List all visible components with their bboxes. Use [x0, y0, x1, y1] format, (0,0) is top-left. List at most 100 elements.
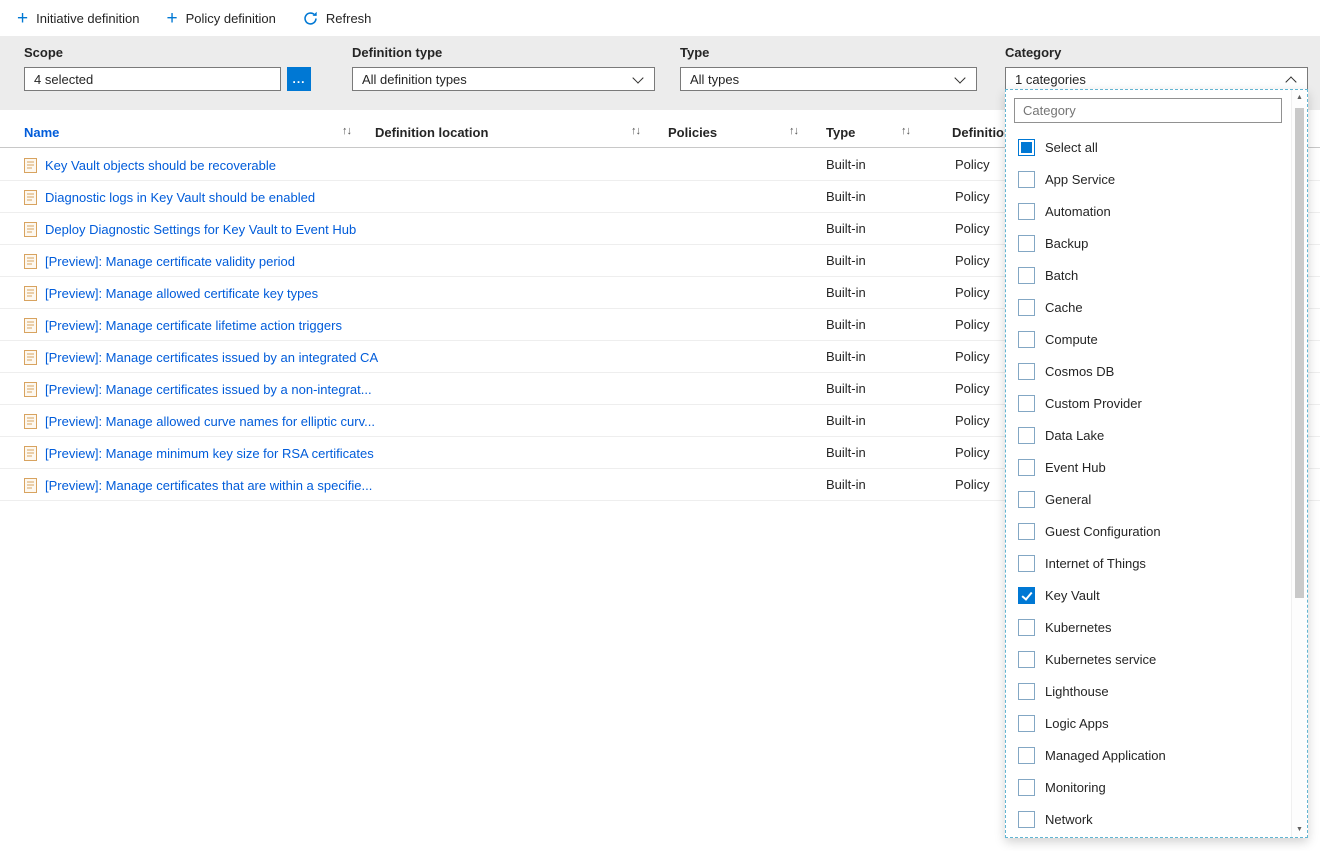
sort-icon[interactable]: ↑↓: [901, 125, 910, 137]
category-option[interactable]: Kubernetes: [1006, 611, 1290, 643]
option-checkbox[interactable]: [1018, 427, 1035, 444]
scrollbar[interactable]: ▲ ▼: [1291, 90, 1307, 837]
row-name-cell: [Preview]: Manage certificate lifetime a…: [24, 309, 342, 341]
category-option[interactable]: Logic Apps: [1006, 707, 1290, 739]
row-definition-type: Policy: [955, 381, 990, 396]
row-type: Built-in: [826, 477, 866, 492]
row-name-link[interactable]: [Preview]: Manage minimum key size for R…: [45, 446, 374, 461]
row-name-cell: [Preview]: Manage allowed certificate ke…: [24, 277, 318, 309]
row-definition-type: Policy: [955, 285, 990, 300]
category-option[interactable]: Event Hub: [1006, 451, 1290, 483]
option-checkbox[interactable]: [1018, 523, 1035, 540]
sort-icon[interactable]: ↑↓: [789, 125, 798, 137]
row-name-link[interactable]: Deploy Diagnostic Settings for Key Vault…: [45, 222, 356, 237]
row-name-link[interactable]: [Preview]: Manage allowed certificate ke…: [45, 286, 318, 301]
type-select[interactable]: All types: [680, 67, 977, 91]
option-checkbox[interactable]: [1018, 715, 1035, 732]
option-checkbox[interactable]: [1018, 235, 1035, 252]
category-option[interactable]: Managed Application: [1006, 739, 1290, 771]
option-checkbox[interactable]: [1018, 747, 1035, 764]
refresh-button[interactable]: Refresh: [303, 0, 372, 36]
category-option[interactable]: Cosmos DB: [1006, 355, 1290, 387]
row-name-link[interactable]: [Preview]: Manage allowed curve names fo…: [45, 414, 375, 429]
scroll-up-icon[interactable]: ▲: [1292, 94, 1307, 101]
category-option[interactable]: Cache: [1006, 291, 1290, 323]
sort-icon[interactable]: ↑↓: [631, 125, 640, 137]
option-checkbox[interactable]: [1018, 459, 1035, 476]
category-option[interactable]: Compute: [1006, 323, 1290, 355]
type-filter: Type All types: [680, 45, 977, 91]
row-name-cell: Key Vault objects should be recoverable: [24, 149, 276, 181]
category-option[interactable]: Automation: [1006, 195, 1290, 227]
category-option[interactable]: Custom Provider: [1006, 387, 1290, 419]
option-checkbox[interactable]: [1018, 811, 1035, 828]
option-checkbox[interactable]: [1018, 267, 1035, 284]
row-name-cell: [Preview]: Manage certificates that are …: [24, 469, 372, 501]
type-value: All types: [690, 72, 739, 87]
scroll-down-icon[interactable]: ▼: [1292, 826, 1307, 833]
category-option[interactable]: Network: [1006, 803, 1290, 835]
row-name-link[interactable]: [Preview]: Manage certificates that are …: [45, 478, 372, 493]
category-option[interactable]: Lighthouse: [1006, 675, 1290, 707]
category-option[interactable]: Internet of Things: [1006, 547, 1290, 579]
option-checkbox[interactable]: [1018, 203, 1035, 220]
scope-input[interactable]: [24, 67, 281, 91]
row-name-link[interactable]: Key Vault objects should be recoverable: [45, 158, 276, 173]
option-checkbox[interactable]: [1018, 555, 1035, 572]
option-checkbox[interactable]: [1018, 651, 1035, 668]
option-label: Kubernetes: [1045, 620, 1112, 635]
option-checkbox[interactable]: [1018, 171, 1035, 188]
row-name-link[interactable]: Diagnostic logs in Key Vault should be e…: [45, 190, 315, 205]
option-checkbox[interactable]: [1018, 587, 1035, 604]
category-select[interactable]: 1 categories: [1005, 67, 1308, 91]
option-checkbox[interactable]: [1018, 491, 1035, 508]
option-checkbox[interactable]: [1018, 299, 1035, 316]
row-name-link[interactable]: [Preview]: Manage certificate validity p…: [45, 254, 295, 269]
category-value: 1 categories: [1015, 72, 1086, 87]
policy-document-icon: [24, 318, 37, 333]
row-type: Built-in: [826, 221, 866, 236]
category-option[interactable]: Monitoring: [1006, 771, 1290, 803]
category-option[interactable]: Data Lake: [1006, 419, 1290, 451]
initiative-definition-button[interactable]: + Initiative definition: [17, 0, 139, 36]
scope-label: Scope: [24, 45, 311, 60]
command-bar: + Initiative definition + Policy definit…: [0, 0, 1320, 36]
option-checkbox[interactable]: [1018, 779, 1035, 796]
category-option[interactable]: Kubernetes service: [1006, 643, 1290, 675]
option-label: Custom Provider: [1045, 396, 1142, 411]
refresh-icon: [303, 11, 318, 26]
row-name-link[interactable]: [Preview]: Manage certificates issued by…: [45, 382, 372, 397]
option-checkbox[interactable]: [1018, 331, 1035, 348]
option-checkbox[interactable]: [1018, 139, 1035, 156]
category-option[interactable]: App Service: [1006, 163, 1290, 195]
category-option[interactable]: Select all: [1006, 131, 1290, 163]
column-header-type[interactable]: Type: [826, 125, 855, 140]
column-header-policies[interactable]: Policies: [668, 125, 717, 140]
initiative-definition-label: Initiative definition: [36, 11, 139, 26]
sort-icon[interactable]: ↑↓: [342, 125, 351, 137]
category-option-list: Select all App Service Automation Backup…: [1006, 131, 1290, 835]
category-search-input[interactable]: [1014, 98, 1282, 123]
column-header-name[interactable]: Name: [24, 125, 59, 140]
category-option[interactable]: General: [1006, 483, 1290, 515]
category-option[interactable]: Key Vault: [1006, 579, 1290, 611]
scope-browse-button[interactable]: ...: [287, 67, 311, 91]
option-checkbox[interactable]: [1018, 683, 1035, 700]
row-name-link[interactable]: [Preview]: Manage certificates issued by…: [45, 350, 378, 365]
row-name-cell: [Preview]: Manage certificate validity p…: [24, 245, 295, 277]
definition-type-select[interactable]: All definition types: [352, 67, 655, 91]
category-option[interactable]: Batch: [1006, 259, 1290, 291]
option-label: Cosmos DB: [1045, 364, 1114, 379]
category-option[interactable]: Backup: [1006, 227, 1290, 259]
column-header-definition-location[interactable]: Definition location: [375, 125, 488, 140]
option-label: Internet of Things: [1045, 556, 1146, 571]
category-option[interactable]: Guest Configuration: [1006, 515, 1290, 547]
row-name-link[interactable]: [Preview]: Manage certificate lifetime a…: [45, 318, 342, 333]
option-label: Monitoring: [1045, 780, 1106, 795]
option-checkbox[interactable]: [1018, 619, 1035, 636]
scrollbar-thumb[interactable]: [1295, 108, 1304, 598]
policy-definition-button[interactable]: + Policy definition: [166, 0, 275, 36]
option-checkbox[interactable]: [1018, 363, 1035, 380]
option-label: Guest Configuration: [1045, 524, 1161, 539]
option-checkbox[interactable]: [1018, 395, 1035, 412]
